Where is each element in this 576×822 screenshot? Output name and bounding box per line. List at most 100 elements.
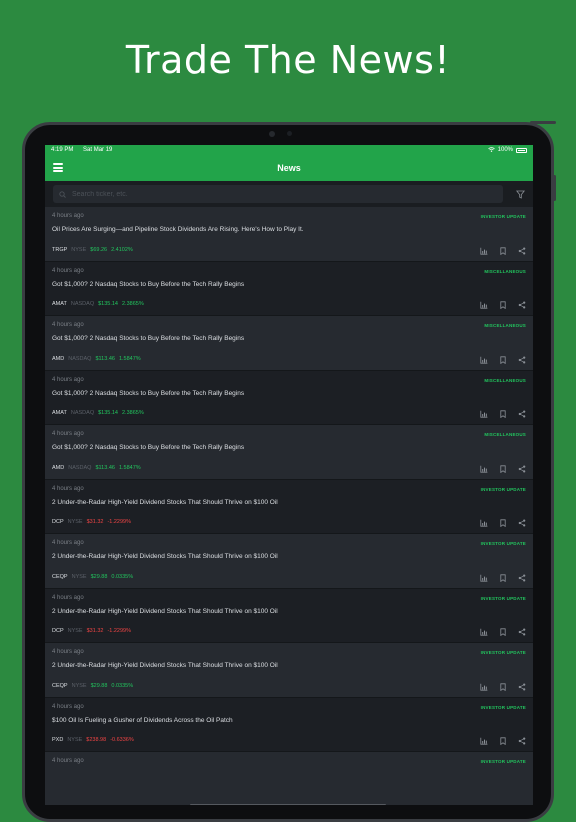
sensor-dot [287, 131, 292, 136]
ticker-exchange: NYSE [67, 519, 83, 525]
search-box[interactable] [53, 185, 503, 203]
news-title[interactable]: Got $1,000? 2 Nasdaq Stocks to Buy Befor… [52, 281, 526, 288]
ticker-symbol[interactable]: DCP [52, 628, 64, 634]
bookmark-icon[interactable] [499, 355, 507, 364]
ticker-exchange: NYSE [71, 246, 87, 253]
ticker-price: $29.88 [90, 682, 108, 689]
news-item[interactable]: 4 hours ago MISCELLANEOUS Got $1,000? 2 … [45, 425, 533, 480]
news-category: INVESTOR UPDATE [480, 759, 526, 764]
ticker-symbol[interactable]: TRGP [52, 247, 67, 253]
share-icon[interactable] [518, 519, 526, 527]
chart-icon[interactable] [480, 465, 488, 473]
news-item[interactable]: 4 hours ago INVESTOR UPDATE [45, 752, 533, 805]
ticker-price: $238.98 [86, 737, 107, 743]
marketing-headline: Trade The News! [125, 38, 451, 82]
ticker-symbol[interactable]: CEQP [52, 683, 68, 689]
share-icon[interactable] [518, 574, 526, 582]
share-icon[interactable] [518, 356, 526, 364]
bookmark-icon[interactable] [499, 628, 507, 636]
bookmark-icon[interactable] [499, 246, 507, 255]
news-item[interactable]: 4 hours ago MISCELLANEOUS Got $1,000? 2 … [45, 316, 533, 371]
camera-icon [269, 131, 275, 137]
share-icon[interactable] [518, 465, 526, 473]
news-title[interactable]: $100 Oil Is Fueling a Gusher of Dividend… [52, 717, 526, 724]
share-icon[interactable] [518, 628, 526, 636]
bookmark-icon[interactable] [499, 301, 507, 309]
ticker-symbol[interactable]: PXD [52, 737, 63, 743]
news-item[interactable]: 4 hours ago INVESTOR UPDATE $100 Oil Is … [45, 697, 533, 752]
news-actions [480, 628, 526, 636]
ticker-change: 2.4102% [111, 246, 133, 253]
news-actions [480, 682, 526, 691]
ticker-change: 1.5847% [118, 355, 141, 362]
bookmark-icon[interactable] [499, 682, 507, 691]
ticker-change: 2.3865% [122, 410, 144, 416]
news-category: INVESTOR UPDATE [480, 214, 526, 219]
ticker-change: 0.0335% [111, 573, 134, 580]
bookmark-icon[interactable] [499, 737, 507, 745]
chart-icon[interactable] [480, 683, 488, 691]
chart-icon[interactable] [480, 737, 488, 745]
ticker-row: TRGP NYSE $69.26 2.4102% [52, 247, 133, 253]
bookmark-icon[interactable] [499, 464, 507, 473]
chart-icon[interactable] [480, 410, 488, 418]
news-item[interactable]: 4 hours ago INVESTOR UPDATE 2 Under-the-… [45, 588, 533, 643]
news-actions [480, 573, 526, 582]
share-icon[interactable] [518, 410, 526, 418]
ticker-exchange: NASDAQ [70, 410, 95, 416]
news-time: 4 hours ago [52, 649, 84, 655]
bookmark-icon[interactable] [499, 519, 507, 527]
battery-icon [516, 147, 527, 153]
news-title[interactable]: 2 Under-the-Radar High-Yield Dividend St… [52, 662, 526, 669]
wifi-icon [487, 146, 495, 154]
ticker-row: DCP NYSE $31.32 -1.2299% [52, 628, 131, 634]
chart-icon[interactable] [480, 301, 488, 309]
news-time: 4 hours ago [52, 485, 84, 492]
news-item[interactable]: 4 hours ago INVESTOR UPDATE 2 Under-the-… [45, 534, 533, 589]
ticker-change: 1.5847% [118, 464, 141, 471]
bookmark-icon[interactable] [499, 573, 507, 582]
news-title[interactable]: Got $1,000? 2 Nasdaq Stocks to Buy Befor… [52, 335, 526, 342]
news-item[interactable]: 4 hours ago INVESTOR UPDATE 2 Under-the-… [45, 479, 533, 534]
chart-icon[interactable] [480, 519, 488, 527]
chart-icon[interactable] [480, 247, 488, 255]
ticker-exchange: NASDAQ [68, 464, 92, 471]
news-title[interactable]: 2 Under-the-Radar High-Yield Dividend St… [52, 553, 526, 560]
ticker-symbol[interactable]: AMD [52, 356, 64, 362]
ticker-symbol[interactable]: CEQP [52, 574, 68, 580]
news-title[interactable]: 2 Under-the-Radar High-Yield Dividend St… [52, 608, 526, 615]
news-item[interactable]: 4 hours ago MISCELLANEOUS Got $1,000? 2 … [45, 370, 533, 425]
news-actions [480, 737, 526, 745]
share-icon[interactable] [518, 683, 526, 691]
news-title[interactable]: 2 Under-the-Radar High-Yield Dividend St… [52, 499, 526, 506]
ticker-price: $29.88 [90, 573, 108, 580]
ticker-symbol[interactable]: AMAT [52, 410, 67, 416]
news-item[interactable]: 4 hours ago MISCELLANEOUS Got $1,000? 2 … [45, 261, 533, 316]
news-actions [480, 410, 526, 418]
news-category: MISCELLANEOUS [484, 377, 526, 383]
news-title[interactable]: Got $1,000? 2 Nasdaq Stocks to Buy Befor… [52, 390, 526, 397]
share-icon[interactable] [518, 737, 526, 745]
ticker-symbol[interactable]: DCP [52, 519, 64, 525]
news-category: MISCELLANEOUS [484, 432, 526, 437]
power-button [530, 121, 556, 124]
ticker-exchange: NASDAQ [70, 301, 95, 307]
share-icon[interactable] [518, 301, 526, 309]
chart-icon[interactable] [480, 356, 488, 364]
news-title[interactable]: Got $1,000? 2 Nasdaq Stocks to Buy Befor… [52, 444, 526, 451]
ticker-change: -1.2299% [107, 519, 131, 525]
page-title: News [277, 163, 301, 173]
ticker-exchange: NASDAQ [68, 355, 92, 362]
ticker-symbol[interactable]: AMAT [52, 301, 67, 307]
bookmark-icon[interactable] [499, 410, 507, 418]
ticker-symbol[interactable]: AMD [52, 465, 64, 471]
menu-icon[interactable] [53, 163, 63, 172]
news-title[interactable]: Oil Prices Are Surging—and Pipeline Stoc… [52, 226, 526, 233]
chart-icon[interactable] [480, 628, 488, 636]
filter-icon[interactable] [509, 190, 525, 199]
share-icon[interactable] [518, 247, 526, 255]
search-input[interactable] [70, 189, 497, 199]
news-item[interactable]: 4 hours ago INVESTOR UPDATE Oil Prices A… [45, 207, 533, 262]
news-item[interactable]: 4 hours ago INVESTOR UPDATE 2 Under-the-… [45, 643, 533, 698]
chart-icon[interactable] [480, 574, 488, 582]
